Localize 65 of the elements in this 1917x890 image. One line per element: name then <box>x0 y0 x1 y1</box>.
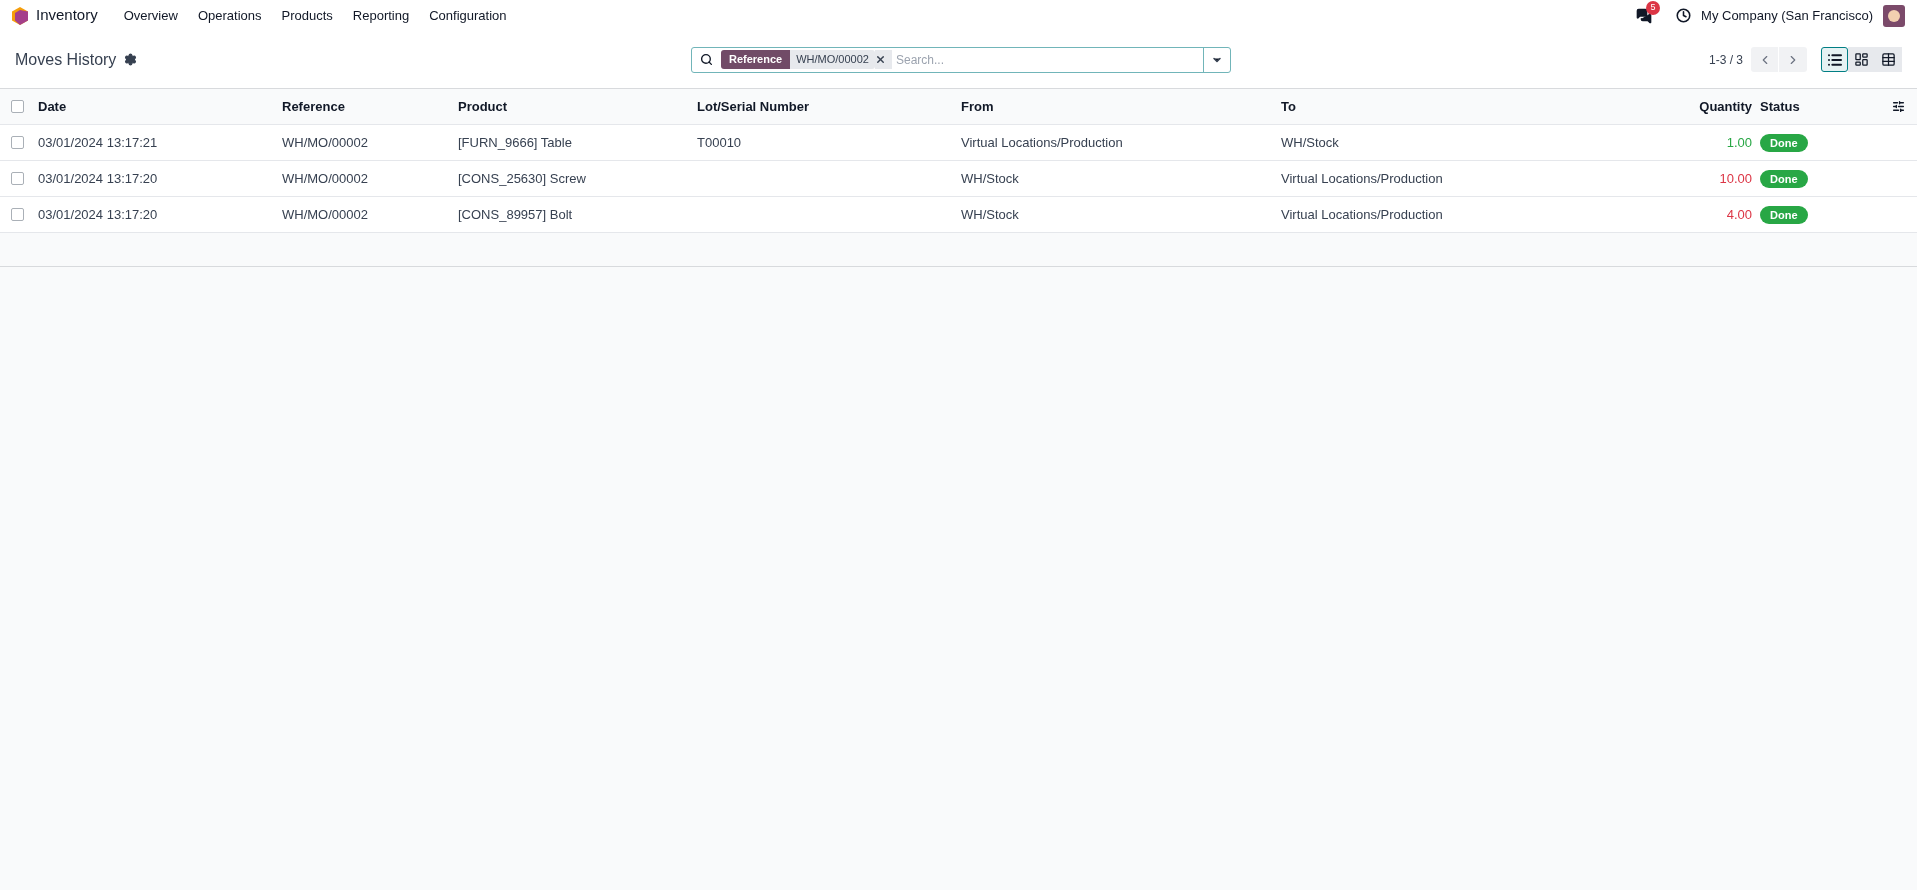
view-switch-button[interactable] <box>1875 47 1902 72</box>
table-row[interactable]: 03/01/2024 13:17:21 WH/MO/00002 [FURN_9666] Table T00010 Virtual Locations/Production WH/Stock 1.00 Done <box>0 125 1917 161</box>
date-cell-text: 03/01/2024 13:17:21 <box>38 133 159 152</box>
to-location-cell-text: Virtual Locations/Production <box>1281 205 1444 224</box>
column-header[interactable]: Quantity <box>1648 96 1760 117</box>
table-row[interactable]: 03/01/2024 13:17:20 WH/MO/00002 [CONS_25630] Screw WH/Stock Virtual Locations/Production 10.00 Done <box>0 161 1917 197</box>
filter-facet-label: Reference <box>721 50 791 69</box>
search-icon <box>700 53 713 66</box>
column-header[interactable]: Reference <box>282 96 458 117</box>
page-title[interactable]: Moves History <box>15 47 117 72</box>
checkbox[interactable] <box>11 172 24 185</box>
view-switch-button[interactable] <box>1848 47 1875 72</box>
checkbox[interactable] <box>11 136 24 149</box>
message-count-badge: 5 <box>1646 0 1661 15</box>
quantity-cell: 4.00 <box>1726 206 1752 222</box>
product-cell-text: [CONS_25630] Screw <box>458 169 587 188</box>
search-bar[interactable]: Reference WH/MO/00002 Search... <box>691 46 1231 73</box>
search-input[interactable]: Search... <box>893 47 1203 72</box>
from-location-cell-text: WH/Stock <box>961 205 1020 224</box>
remove-filter-icon[interactable] <box>874 54 886 65</box>
reference-cell-text: WH/MO/00002 <box>282 133 369 152</box>
checkbox[interactable] <box>11 208 24 221</box>
view-switch-button[interactable] <box>1821 47 1848 72</box>
menu-item[interactable]: Overview <box>113 5 188 26</box>
activity-clock-icon[interactable] <box>1676 8 1692 23</box>
menu-item[interactable]: Products <box>271 5 343 26</box>
status-badge: Done <box>1760 205 1808 225</box>
reference-cell-text: WH/MO/00002 <box>282 205 369 224</box>
app-logo-icon[interactable] <box>12 6 28 25</box>
menu-item[interactable]: Reporting <box>342 5 420 26</box>
status-badge: Done <box>1760 133 1808 153</box>
kanban-view-icon <box>1854 52 1869 67</box>
product-cell-text: [CONS_89957] Bolt <box>458 205 574 224</box>
column-header[interactable]: Status <box>1760 96 1880 117</box>
checkbox[interactable] <box>11 100 24 113</box>
menu-item[interactable]: Configuration <box>419 5 517 26</box>
quantity-cell: 10.00 <box>1719 170 1752 186</box>
list-view-icon <box>1826 51 1843 68</box>
reference-cell-text: WH/MO/00002 <box>282 169 369 188</box>
to-location-cell-text: Virtual Locations/Production <box>1281 169 1444 188</box>
column-header[interactable]: Lot/Serial Number <box>697 96 961 117</box>
from-location-cell-text: Virtual Locations/Production <box>961 133 1124 152</box>
date-cell-text: 03/01/2024 13:17:20 <box>38 169 159 188</box>
status-badge: Done <box>1760 169 1808 189</box>
menu-item[interactable]: Operations <box>187 5 272 26</box>
lot-cell-text: T00010 <box>697 133 743 152</box>
optional-columns-icon[interactable] <box>1892 100 1905 113</box>
to-location-cell-text: WH/Stock <box>1281 133 1340 152</box>
app-name[interactable]: Inventory <box>36 4 98 27</box>
grid-view-icon <box>1881 52 1896 67</box>
date-cell-text: 03/01/2024 13:17:20 <box>38 205 159 224</box>
column-header[interactable]: To <box>1281 96 1648 117</box>
from-location-cell-text: WH/Stock <box>961 169 1020 188</box>
column-header[interactable]: From <box>961 96 1281 117</box>
pager-value[interactable]: 1-3 / 3 <box>1708 50 1743 69</box>
table-row[interactable]: 03/01/2024 13:17:20 WH/MO/00002 [CONS_89957] Bolt WH/Stock Virtual Locations/Production 4.00 Done <box>0 197 1917 233</box>
chat-icon[interactable] <box>1636 7 1653 24</box>
filter-facet-value: WH/MO/00002 <box>790 50 875 69</box>
quantity-cell: 1.00 <box>1726 134 1752 150</box>
company-name[interactable]: My Company (San Francisco) <box>1701 5 1873 26</box>
column-header[interactable]: Product <box>458 96 697 117</box>
user-avatar[interactable] <box>1883 4 1905 27</box>
column-header[interactable]: Date <box>38 96 282 117</box>
product-cell-text: [FURN_9666] Table <box>458 133 573 152</box>
settings-icon[interactable] <box>124 53 138 66</box>
